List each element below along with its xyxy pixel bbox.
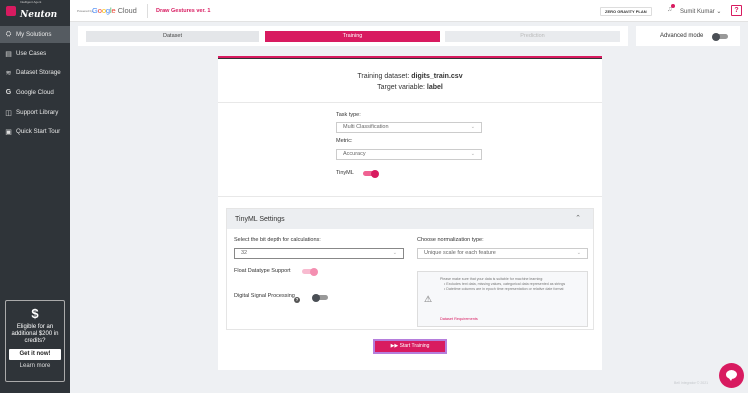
advanced-mode-panel: Advanced mode bbox=[636, 26, 740, 46]
sidebar-item-use-cases[interactable]: ▤ Use Cases bbox=[0, 45, 70, 62]
target-variable-value: label bbox=[426, 84, 443, 91]
tab-prediction: Prediction bbox=[445, 31, 620, 42]
dataset-requirements-link[interactable]: Dataset Requirements bbox=[440, 317, 478, 321]
sidebar-item-my-solutions[interactable]: ⛭ My Solutions bbox=[0, 26, 70, 43]
normalization-select[interactable]: Unique scale for each feature ⌄ bbox=[417, 248, 588, 259]
sidebar-item-label: Support Library bbox=[16, 109, 59, 116]
sidebar: Intelligent Agent Neuton ⛭ My Solutions … bbox=[0, 0, 70, 393]
play-box-icon: ▣ bbox=[5, 128, 12, 136]
training-card: Training dataset: digits_train.csv Targe… bbox=[218, 56, 602, 370]
divider bbox=[218, 102, 602, 103]
google-cloud-logo: Google Cloud bbox=[92, 6, 137, 15]
credits-promo: $ Eligible for an additional $200 in cre… bbox=[5, 300, 65, 382]
chevron-down-icon: ⌄ bbox=[392, 250, 397, 256]
info-bullet: • Datetime columns are in epoch time rep… bbox=[444, 287, 564, 291]
info-bullet-text: Excludes text data, missing values, cate… bbox=[446, 282, 566, 286]
divider bbox=[147, 4, 148, 18]
start-training-button[interactable]: ▶▶ Start Training bbox=[373, 339, 447, 354]
training-dataset-value: digits_train.csv bbox=[411, 73, 463, 80]
task-type-select[interactable]: Multi Classification ⌄ bbox=[336, 122, 482, 133]
target-variable-label: Target variable: bbox=[377, 84, 425, 91]
play-icon: ▶▶ bbox=[390, 343, 399, 349]
info-text: Please make sure that your data is suita… bbox=[440, 277, 585, 292]
chevron-up-icon[interactable]: ⌃ bbox=[575, 214, 581, 222]
advanced-mode-toggle[interactable] bbox=[712, 32, 728, 41]
advanced-mode-label: Advanced mode bbox=[660, 33, 704, 39]
chevron-down-icon: ⌄ bbox=[576, 250, 581, 256]
user-menu[interactable]: Sumit Kumar ⌄ bbox=[680, 8, 721, 15]
metric-value: Accuracy bbox=[343, 151, 366, 157]
dollar-icon: $ bbox=[31, 306, 39, 321]
learn-more-link[interactable]: Learn more bbox=[6, 363, 64, 369]
sidebar-item-google-cloud[interactable]: G Google Cloud bbox=[0, 84, 70, 101]
sidebar-item-label: Use Cases bbox=[16, 50, 47, 57]
powered-by-text: Powered by bbox=[77, 9, 93, 13]
float-datatype-toggle[interactable] bbox=[302, 267, 318, 276]
card-accent-line bbox=[218, 58, 602, 59]
top-bar: Powered by Google Cloud Draw Gestures ve… bbox=[70, 0, 748, 22]
sidebar-item-support-library[interactable]: ◫ Support Library bbox=[0, 104, 70, 121]
logo-text: Intelligent Agent Neuton bbox=[20, 0, 57, 22]
sidebar-item-label: Quick Start Tour bbox=[16, 128, 61, 135]
logo-badge-icon bbox=[6, 6, 16, 16]
help-button[interactable]: ? bbox=[731, 5, 742, 16]
tinyml-settings-title: TinyML Settings bbox=[235, 216, 285, 223]
training-dataset-label: Training dataset: bbox=[357, 73, 410, 80]
bit-depth-label: Select the bit depth for calculations: bbox=[234, 237, 321, 243]
task-type-label: Task type: bbox=[336, 112, 361, 118]
tinyml-toggle[interactable] bbox=[363, 169, 379, 178]
tinyml-settings-panel: TinyML Settings ⌃ Select the bit depth f… bbox=[226, 208, 594, 330]
tab-training[interactable]: Training bbox=[265, 31, 440, 42]
normalization-value: Unique scale for each feature bbox=[424, 250, 496, 256]
info-bullet-text: Datetime columns are in epoch time repre… bbox=[446, 287, 564, 291]
tinyml-label: TinyML bbox=[336, 170, 354, 176]
user-name: Sumit Kumar bbox=[680, 9, 715, 15]
get-it-now-button[interactable]: Get it now! bbox=[9, 349, 61, 360]
chat-bubble-tail bbox=[728, 377, 733, 381]
notification-dot bbox=[671, 4, 675, 8]
divider bbox=[218, 196, 602, 197]
chat-button[interactable] bbox=[719, 363, 744, 388]
data-requirements-info: ⚠ Please make sure that your data is sui… bbox=[417, 271, 588, 327]
training-dataset-line: Training dataset: digits_train.csv bbox=[218, 73, 602, 80]
book-icon: ◫ bbox=[5, 109, 12, 117]
chevron-down-icon: ⌄ bbox=[716, 9, 722, 15]
float-datatype-label: Float Datatype Support bbox=[234, 268, 291, 274]
warning-icon: ⚠ bbox=[424, 294, 433, 304]
stack-icon: ≋ bbox=[5, 69, 12, 77]
briefcase-icon: ▤ bbox=[5, 50, 12, 58]
metric-select[interactable]: Accuracy ⌄ bbox=[336, 149, 482, 160]
sidebar-item-label: Dataset Storage bbox=[16, 69, 61, 76]
tinyml-settings-header[interactable]: TinyML Settings ⌃ bbox=[227, 209, 593, 229]
plan-badge[interactable]: ZERO GRAVITY PLAN bbox=[600, 7, 652, 16]
bit-depth-value: 32 bbox=[241, 250, 248, 256]
chevron-down-icon: ⌄ bbox=[470, 151, 475, 157]
logo-subtitle: Intelligent Agent bbox=[20, 0, 42, 4]
start-training-label: Start Training bbox=[399, 343, 430, 349]
app-logo[interactable]: Intelligent Agent Neuton bbox=[0, 0, 70, 22]
metric-label: Metric: bbox=[336, 138, 353, 144]
normalization-label: Choose normalization type: bbox=[417, 237, 484, 243]
task-type-value: Multi Classification bbox=[343, 124, 389, 130]
sidebar-item-dataset-storage[interactable]: ≋ Dataset Storage bbox=[0, 64, 70, 81]
sidebar-item-label: My Solutions bbox=[16, 31, 52, 38]
help-circle-icon[interactable]: ? bbox=[294, 297, 300, 303]
target-variable-line: Target variable: label bbox=[218, 84, 602, 91]
chevron-down-icon: ⌄ bbox=[470, 124, 475, 130]
step-tabs: Dataset Training Prediction bbox=[78, 26, 628, 46]
tab-dataset[interactable]: Dataset bbox=[86, 31, 259, 42]
google-g-icon: G bbox=[5, 89, 12, 96]
dsp-label: Digital Signal Processing bbox=[234, 293, 295, 299]
footer-copyright: Bell Integrator © 2021 bbox=[674, 381, 709, 385]
sidebar-item-label: Google Cloud bbox=[16, 89, 54, 96]
credits-text: Eligible for an additional $200 in credi… bbox=[11, 324, 59, 344]
project-name[interactable]: Draw Gestures ver. 1 bbox=[156, 8, 210, 14]
logo-name: Neuton bbox=[20, 10, 58, 20]
dsp-toggle[interactable] bbox=[312, 293, 328, 302]
sidebar-item-quick-start-tour[interactable]: ▣ Quick Start Tour bbox=[0, 123, 70, 140]
gear-shield-icon: ⛭ bbox=[5, 30, 12, 38]
bit-depth-select[interactable]: 32 ⌄ bbox=[234, 248, 404, 259]
